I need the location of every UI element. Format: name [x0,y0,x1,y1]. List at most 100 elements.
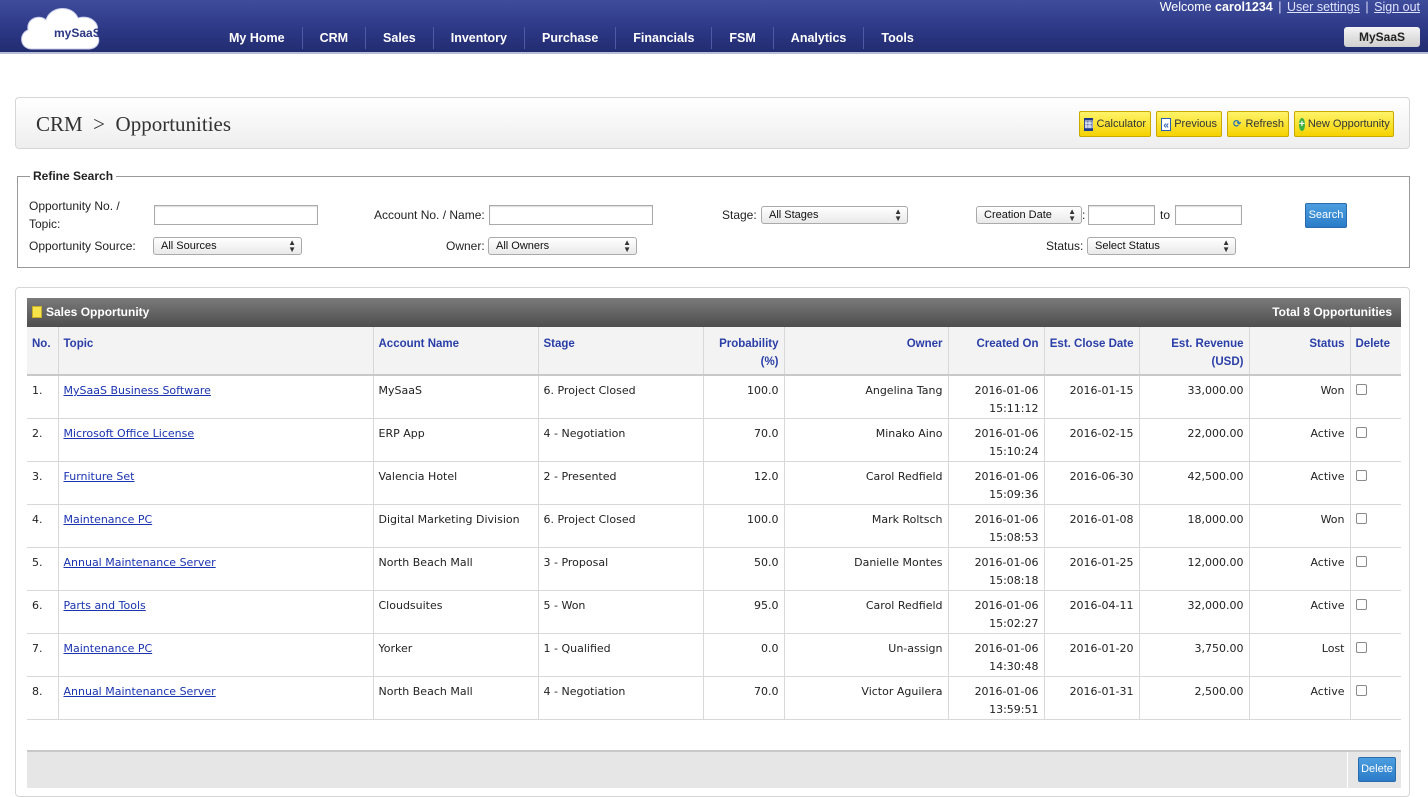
row-created-time: 14:30:48 [989,660,1039,673]
logo[interactable]: mySaaS [18,2,102,52]
date-colon: : [1082,208,1086,222]
row-created-time: 15:09:36 [989,488,1039,501]
col-revenue-label: Est. Revenue [1171,338,1244,350]
row-probability: 70.0 [702,418,784,462]
row-delete-checkbox[interactable] [1355,513,1367,524]
row-delete-checkbox[interactable] [1355,556,1367,567]
calculator-button[interactable]: ▦ Calculator [1079,111,1151,137]
row-delete-cell [1349,504,1401,548]
row-probability: 70.0 [702,676,784,720]
col-no[interactable]: No. [27,327,58,376]
row-topic-cell: Furniture Set [57,461,373,505]
updown-arrows-icon: ▲ ▼ [1222,238,1230,254]
row-topic-link[interactable]: Parts and Tools [64,599,146,612]
nav-tools[interactable]: Tools [863,27,930,49]
opportunity-topic-label: Topic: [29,217,61,231]
status-select[interactable]: Select Status ▲ ▼ [1087,237,1236,255]
col-revenue-unit: (USD) [1211,356,1244,368]
row-revenue: 2,500.00 [1138,676,1249,720]
col-close-date[interactable]: Est. Close Date [1043,327,1139,376]
row-revenue: 3,750.00 [1138,633,1249,677]
account-input[interactable] [489,205,653,225]
footer-divider [1347,752,1348,788]
row-delete-cell [1349,633,1401,677]
owner-select[interactable]: All Owners ▲ ▼ [488,237,637,255]
row-delete-checkbox[interactable] [1355,384,1367,395]
row-no: 6. [27,590,58,634]
row-delete-checkbox[interactable] [1355,599,1367,610]
search-button[interactable]: Search [1305,203,1347,228]
row-created: 2016-01-06 14:30:48 [947,633,1044,677]
nav-financials[interactable]: Financials [615,27,711,49]
col-delete: Delete [1349,327,1401,376]
stage-select[interactable]: All Stages ▲ ▼ [761,206,908,224]
row-topic-link[interactable]: MySaaS Business Software [64,384,211,397]
row-delete-checkbox[interactable] [1355,470,1367,481]
row-revenue: 42,500.00 [1138,461,1249,505]
row-revenue: 33,000.00 [1138,375,1249,419]
row-created-time: 15:08:18 [989,574,1039,587]
table-row: 4. Maintenance PC Digital Marketing Divisi… [27,504,1401,548]
row-topic-cell: Parts and Tools [57,590,373,634]
col-topic[interactable]: Topic [57,327,373,376]
nav-analytics[interactable]: Analytics [772,27,864,49]
previous-label: Previous [1174,118,1217,130]
row-status: Won [1248,375,1350,419]
grid-title: Sales Opportunity [46,305,150,319]
col-revenue[interactable]: Est. Revenue (USD) [1138,327,1249,376]
row-stage: 1 - Qualified [537,633,703,677]
previous-button[interactable]: « Previous [1156,111,1222,137]
row-topic-link[interactable]: Furniture Set [64,470,135,483]
nav-inventory[interactable]: Inventory [432,27,524,49]
row-created: 2016-01-06 15:08:18 [947,547,1044,591]
row-probability: 50.0 [702,547,784,591]
row-topic-link[interactable]: Annual Maintenance Server [64,556,216,569]
row-revenue: 12,000.00 [1138,547,1249,591]
col-owner[interactable]: Owner [783,327,948,376]
date-field-select[interactable]: Creation Date ▲ ▼ [976,206,1082,224]
row-topic-link[interactable]: Annual Maintenance Server [64,685,216,698]
row-status: Active [1248,590,1350,634]
row-close-date: 2016-01-31 [1043,676,1139,720]
col-stage[interactable]: Stage [537,327,703,376]
refresh-button[interactable]: ⟳ Refresh [1227,111,1289,137]
separator: | [1365,0,1369,14]
row-account: North Beach Mall [372,676,538,720]
row-status: Active [1248,461,1350,505]
source-label: Opportunity Source: [29,239,136,253]
nav-crm[interactable]: CRM [301,27,365,49]
row-delete-checkbox[interactable] [1355,427,1367,438]
col-account[interactable]: Account Name [372,327,538,376]
delete-button[interactable]: Delete [1358,757,1396,782]
date-from-input[interactable] [1088,205,1155,225]
main-nav: My Home CRM Sales Inventory Purchase Fin… [212,27,931,49]
date-to-input[interactable] [1175,205,1242,225]
row-topic-link[interactable]: Maintenance PC [64,513,153,526]
row-topic-link[interactable]: Microsoft Office License [64,427,195,440]
row-topic-link[interactable]: Maintenance PC [64,642,153,655]
grid-header-bar: Sales Opportunity Total 8 Opportunities [27,298,1401,327]
row-topic-cell: Annual Maintenance Server [57,676,373,720]
user-settings-link[interactable]: User settings [1287,0,1360,14]
row-no: 2. [27,418,58,462]
nav-purchase[interactable]: Purchase [523,27,615,49]
logo-text: mySaaS [54,26,101,40]
row-delete-cell [1349,676,1401,720]
nav-fsm[interactable]: FSM [711,27,772,49]
row-delete-checkbox[interactable] [1355,642,1367,653]
col-created[interactable]: Created On [947,327,1044,376]
app-switch-button[interactable]: MySaaS [1344,27,1420,47]
status-label: Status: [1046,239,1084,253]
row-delete-checkbox[interactable] [1355,685,1367,696]
nav-my-home[interactable]: My Home [212,27,302,49]
sign-out-link[interactable]: Sign out [1374,0,1420,14]
col-status[interactable]: Status [1248,327,1350,376]
row-created-date: 2016-01-06 [974,685,1039,698]
row-no: 1. [27,375,58,419]
nav-sales[interactable]: Sales [365,27,433,49]
opportunity-no-input[interactable] [154,205,318,225]
opportunity-no-label: Opportunity No. / [29,199,120,213]
new-opportunity-button[interactable]: + New Opportunity [1294,111,1394,137]
source-select[interactable]: All Sources ▲ ▼ [153,237,302,255]
col-probability[interactable]: Probability (%) [702,327,784,376]
